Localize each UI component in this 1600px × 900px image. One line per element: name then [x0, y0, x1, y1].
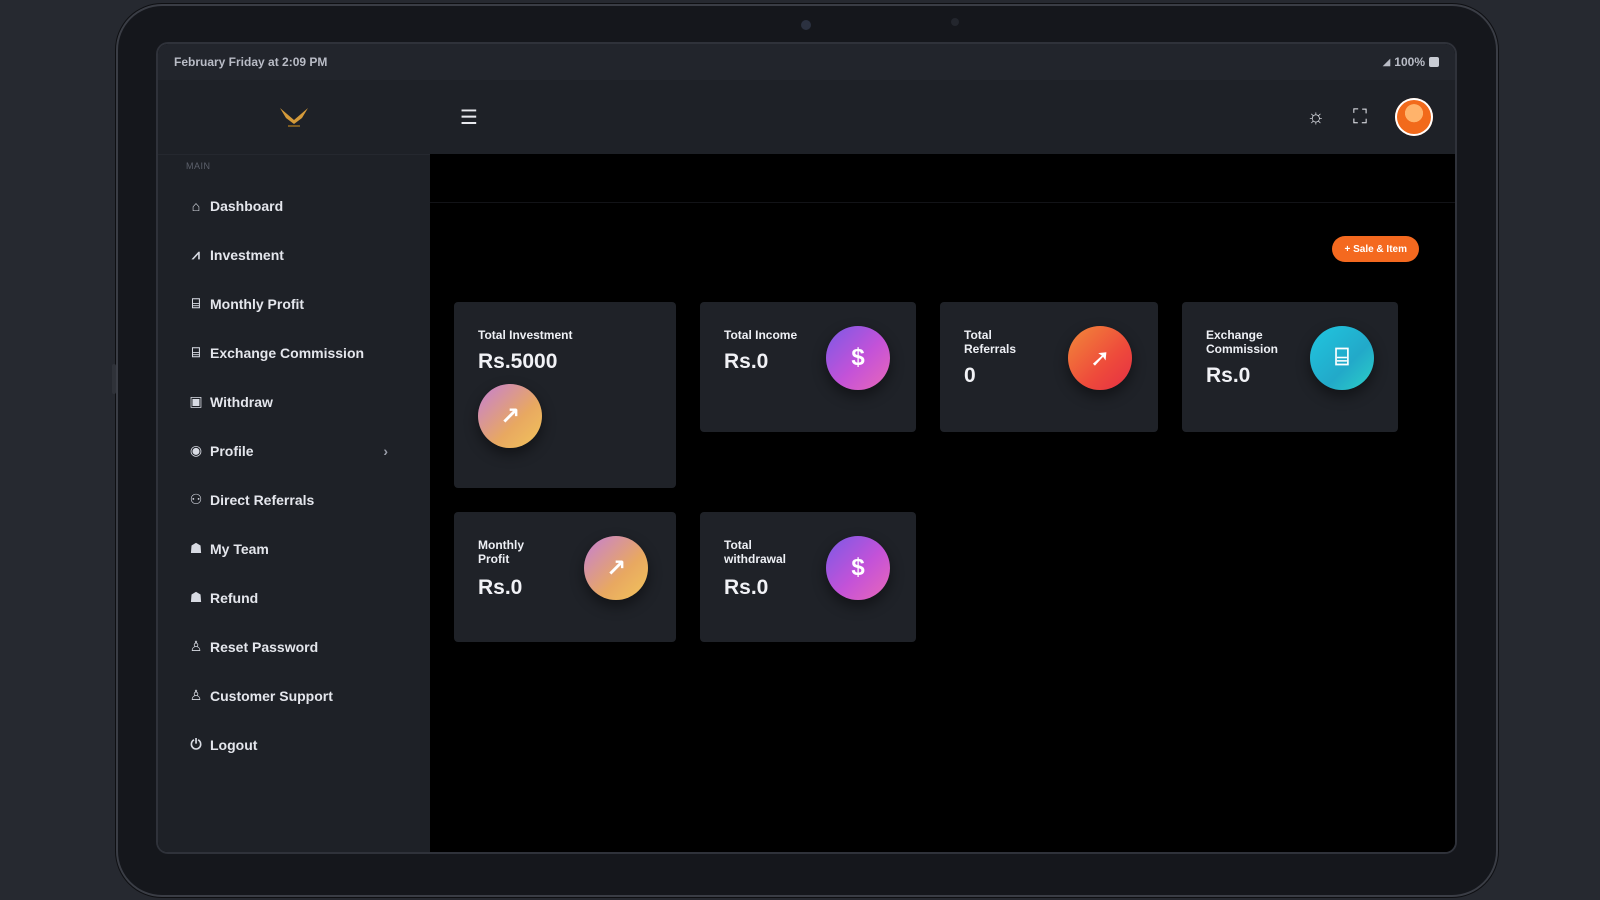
- tablet-frame: February Friday at 2:09 PM ◢ 100% MAIN ⌂: [112, 4, 1498, 897]
- dollar-icon: $: [826, 536, 890, 600]
- logout-icon: ⏻: [190, 736, 202, 752]
- card-label: Monthly Profit: [478, 538, 524, 566]
- sidebar-item-label: Dashboard: [210, 197, 284, 214]
- trend-up-icon: ↗: [478, 384, 542, 448]
- card-value: 0: [964, 364, 976, 387]
- card-label: Exchange Commission: [1206, 328, 1279, 356]
- chart-icon: ⩘: [192, 246, 200, 262]
- card-value: Rs.0: [1206, 364, 1251, 387]
- card-total-investment: Total Investment Rs.5000 ↗: [454, 302, 676, 488]
- sidebar-item-logout[interactable]: ⏻ Logout: [158, 720, 430, 769]
- top-bar: ☰ ☼ ⛶: [430, 80, 1455, 154]
- card-total-referrals: Total Referrals 0 ➚: [940, 302, 1158, 432]
- sidebar-item-profile[interactable]: ◉ Profile ›: [158, 426, 430, 475]
- card-total-income: Total Income Rs.0 $: [700, 302, 916, 432]
- card-value: Rs.0: [478, 576, 523, 599]
- user-icon: ◉: [189, 442, 203, 458]
- sidebar-item-withdraw[interactable]: ▣ Withdraw: [158, 377, 430, 426]
- sidebar-section-title: MAIN: [186, 161, 211, 171]
- sidebar-item-label: Refund: [210, 589, 259, 606]
- sidebar-item-monthly-profit[interactable]: ⌸ Monthly Profit: [158, 279, 430, 328]
- card-value: Rs.0: [724, 350, 769, 373]
- brand-logo[interactable]: [278, 102, 310, 132]
- avatar[interactable]: [1395, 98, 1433, 136]
- logo-area: [158, 80, 430, 155]
- sidebar-item-label: Direct Referrals: [210, 491, 315, 508]
- card-label: Total withdrawal: [724, 538, 787, 566]
- sidebar-item-exchange-commission[interactable]: ⌸ Exchange Commission: [158, 328, 430, 377]
- card-label: Total Income: [724, 328, 798, 342]
- tablet-side-button: [112, 364, 116, 394]
- top-bar-actions: ☼ ⛶: [1307, 98, 1433, 136]
- page-header-bar: [430, 154, 1455, 203]
- card-exchange-commission: Exchange Commission Rs.0 ⌸: [1182, 302, 1398, 432]
- camera-icon: [801, 20, 811, 30]
- main-content: + Sale & Item Total Investment Rs.5000 ↗…: [430, 154, 1455, 852]
- sidebar-item-investment[interactable]: ⩘ Investment: [158, 230, 430, 279]
- sidebar-item-label: Customer Support: [210, 687, 333, 704]
- chevron-right-icon: ›: [383, 442, 388, 459]
- menu-icon[interactable]: ☰: [460, 105, 478, 130]
- bank-icon: ⌸: [191, 295, 201, 311]
- sidebar-item-label: Reset Password: [210, 638, 319, 655]
- trend-up-icon: ↗: [584, 536, 648, 600]
- sidebar: MAIN ⌂ Dashboard ⩘ Investment ⌸ Monthly …: [158, 80, 430, 852]
- card-monthly-profit: Monthly Profit Rs.0 ↗: [454, 512, 676, 642]
- sidebar-item-label: Profile: [210, 442, 254, 459]
- team-icon: ☗: [189, 540, 203, 556]
- sidebar-item-customer-support[interactable]: ♙ Customer Support: [158, 671, 430, 720]
- support-icon: ♙: [189, 687, 203, 703]
- rocket-icon: ➚: [1068, 326, 1132, 390]
- status-bar: February Friday at 2:09 PM ◢ 100%: [158, 44, 1455, 80]
- sidebar-item-my-team[interactable]: ☗ My Team: [158, 524, 430, 573]
- lock-user-icon: ♙: [189, 638, 203, 654]
- sidebar-item-direct-referrals[interactable]: ⚇ Direct Referrals: [158, 475, 430, 524]
- status-datetime: February Friday at 2:09 PM: [174, 55, 328, 69]
- card-label: Total Referrals: [964, 328, 1017, 356]
- card-value: Rs.5000: [478, 350, 558, 373]
- card-label: Total Investment: [478, 328, 573, 342]
- sensor-icon: [951, 18, 959, 26]
- sidebar-item-label: My Team: [210, 540, 269, 557]
- bank-icon: ⌸: [191, 344, 201, 360]
- battery-icon: [1429, 57, 1439, 67]
- sidebar-item-label: Exchange Commission: [210, 344, 365, 361]
- users-icon: ⚇: [189, 491, 203, 507]
- sidebar-item-dashboard[interactable]: ⌂ Dashboard: [158, 181, 430, 230]
- status-right: ◢ 100%: [1383, 55, 1439, 69]
- sidebar-item-label: Monthly Profit: [210, 295, 305, 312]
- dollar-icon: $: [826, 326, 890, 390]
- add-sale-item-button[interactable]: + Sale & Item: [1332, 236, 1419, 262]
- wallet-icon: ▣: [189, 393, 203, 409]
- home-icon: ⌂: [191, 197, 201, 214]
- card-value: Rs.0: [724, 576, 769, 599]
- signal-icon: ◢: [1382, 56, 1391, 68]
- sidebar-item-refund[interactable]: ☗ Refund: [158, 573, 430, 622]
- sidebar-item-label: Logout: [210, 736, 258, 753]
- sun-icon[interactable]: ☼: [1307, 106, 1325, 129]
- sidebar-item-label: Investment: [210, 246, 284, 263]
- bank-icon: ⌸: [1310, 326, 1374, 390]
- refund-icon: ☗: [189, 589, 203, 605]
- fullscreen-icon[interactable]: ⛶: [1353, 106, 1367, 129]
- battery-percent: 100%: [1394, 55, 1425, 69]
- tablet-screen: February Friday at 2:09 PM ◢ 100% MAIN ⌂: [158, 44, 1455, 852]
- sidebar-item-label: Withdraw: [210, 393, 273, 410]
- sidebar-item-reset-password[interactable]: ♙ Reset Password: [158, 622, 430, 671]
- card-total-withdrawal: Total withdrawal Rs.0 $: [700, 512, 916, 642]
